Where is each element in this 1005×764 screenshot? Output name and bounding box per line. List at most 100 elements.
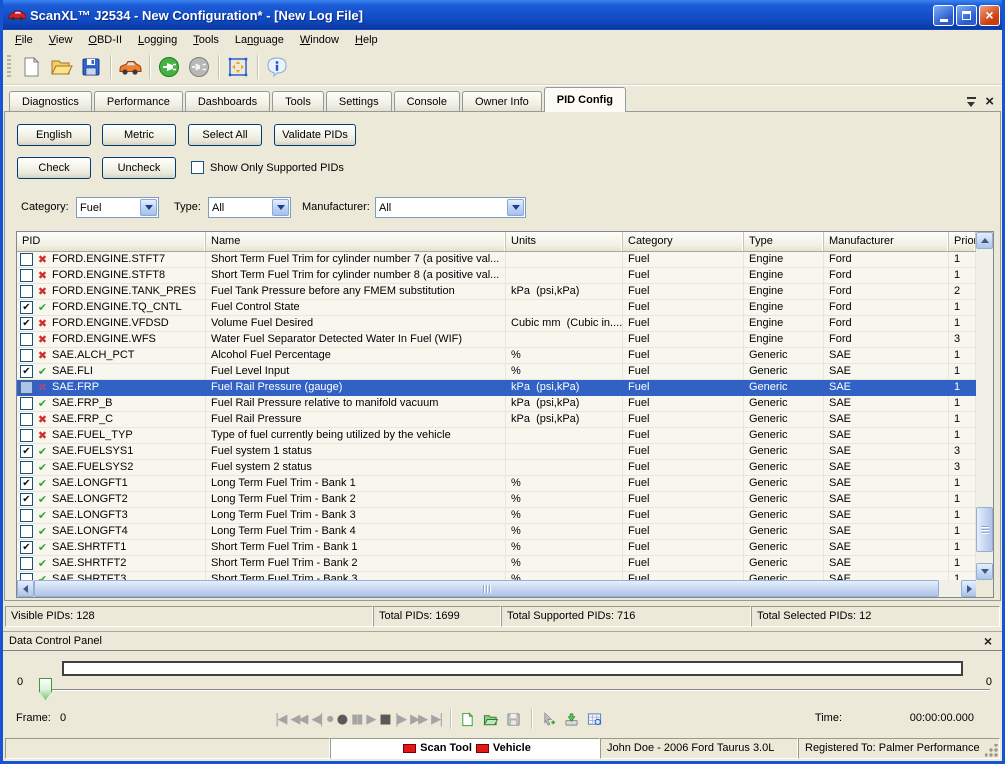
table-row[interactable]: ✔✔SAE.LONGFT1Long Term Fuel Trim - Bank … [17, 476, 976, 492]
validate-pids-button[interactable]: Validate PIDs [274, 124, 356, 146]
uncheck-button[interactable]: Uncheck [102, 157, 176, 179]
table-row[interactable]: ✔✔SAE.FLIFuel Level Input%FuelGenericSAE… [17, 364, 976, 380]
scroll-up-icon[interactable] [976, 232, 993, 249]
position-slider-thumb[interactable] [39, 678, 52, 700]
check-button[interactable]: Check [17, 157, 91, 179]
table-row[interactable]: ✖SAE.FUEL_TYPType of fuel currently bein… [17, 428, 976, 444]
menu-language[interactable]: Language [227, 32, 292, 48]
table-row[interactable]: ✔SAE.FUELSYS2Fuel system 2 statusFuelGen… [17, 460, 976, 476]
row-checkbox[interactable] [20, 413, 33, 426]
tab-performance[interactable]: Performance [94, 91, 183, 112]
table-row[interactable]: ✔SAE.SHRTFT3Short Term Fuel Trim - Bank … [17, 572, 976, 580]
vehicle-icon[interactable] [115, 53, 145, 81]
skip-end-button[interactable]: ▶| [431, 713, 441, 726]
table-row[interactable]: ✖FORD.ENGINE.STFT7Short Term Fuel Trim f… [17, 252, 976, 268]
rewind-button[interactable]: ◀◀ [290, 713, 306, 726]
row-checkbox[interactable]: ✔ [20, 301, 33, 314]
open-file-icon[interactable] [46, 53, 76, 81]
table-row[interactable]: ✖FORD.ENGINE.WFSWater Fuel Separator Det… [17, 332, 976, 348]
minimize-button[interactable] [933, 5, 954, 26]
menu-view[interactable]: View [41, 32, 81, 48]
close-button[interactable]: × [979, 5, 1000, 26]
column-header-units[interactable]: Units [506, 232, 623, 251]
dcp-close-icon[interactable]: × [984, 632, 992, 650]
menu-file[interactable]: File [7, 32, 41, 48]
show-only-supported-checkbox[interactable] [191, 161, 204, 174]
row-checkbox[interactable] [20, 269, 33, 282]
toolbar-grip[interactable] [7, 55, 11, 79]
tab-close-icon[interactable]: × [985, 94, 994, 109]
menu-tools[interactable]: Tools [185, 32, 227, 48]
row-checkbox[interactable] [20, 525, 33, 538]
tab-tools[interactable]: Tools [272, 91, 324, 112]
row-checkbox[interactable] [20, 253, 33, 266]
record-button[interactable]: ● [337, 713, 346, 726]
table-row[interactable]: ✖FORD.ENGINE.STFT8Short Term Fuel Trim f… [17, 268, 976, 284]
row-checkbox[interactable]: ✔ [20, 541, 33, 554]
row-checkbox[interactable] [20, 397, 33, 410]
column-header-priority[interactable]: Priority [949, 232, 976, 251]
row-checkbox[interactable] [20, 429, 33, 442]
pause-button[interactable]: ▮▮ [351, 713, 361, 726]
select-all-button[interactable]: Select All [188, 124, 262, 146]
table-row[interactable]: ✔SAE.LONGFT4Long Term Fuel Trim - Bank 4… [17, 524, 976, 540]
tab-console[interactable]: Console [394, 91, 460, 112]
table-row[interactable]: ✔SAE.SHRTFT2Short Term Fuel Trim - Bank … [17, 556, 976, 572]
step-back-button[interactable]: ◀| [311, 713, 321, 726]
table-row[interactable]: ✖FORD.ENGINE.TANK_PRESFuel Tank Pressure… [17, 284, 976, 300]
scroll-left-icon[interactable] [17, 580, 34, 597]
table-row[interactable]: ✔✔SAE.FUELSYS1Fuel system 1 statusFuelGe… [17, 444, 976, 460]
disconnect-icon[interactable] [184, 53, 214, 81]
table-row[interactable]: ✔✔SAE.LONGFT2Long Term Fuel Trim - Bank … [17, 492, 976, 508]
marker-add-icon[interactable] [540, 710, 558, 728]
table-row[interactable]: ✖SAE.FRP_CFuel Rail PressurekPa (psi,kPa… [17, 412, 976, 428]
row-checkbox[interactable]: ✔ [20, 445, 33, 458]
row-checkbox[interactable] [20, 509, 33, 522]
column-header-name[interactable]: Name [206, 232, 506, 251]
tab-owner-info[interactable]: Owner Info [462, 91, 542, 112]
dashboard-designer-icon[interactable] [223, 53, 253, 81]
row-checkbox[interactable] [20, 461, 33, 474]
tab-dashboards[interactable]: Dashboards [185, 91, 270, 112]
table-row[interactable]: ✔✔FORD.ENGINE.TQ_CNTLFuel Control StateF… [17, 300, 976, 316]
play-button[interactable]: ▶ [366, 713, 374, 726]
english-button[interactable]: English [17, 124, 91, 146]
row-checkbox[interactable] [20, 557, 33, 570]
horizontal-scroll-thumb[interactable] [34, 580, 939, 597]
save-file-icon[interactable] [76, 53, 106, 81]
table-row[interactable]: ✔✔SAE.SHRTFT1Short Term Fuel Trim - Bank… [17, 540, 976, 556]
new-file-icon[interactable] [16, 53, 46, 81]
record-ready-button[interactable]: ● [327, 715, 332, 723]
menu-window[interactable]: Window [292, 32, 347, 48]
row-checkbox[interactable]: ✔ [20, 493, 33, 506]
open-log-icon[interactable] [482, 710, 500, 728]
position-slider-track[interactable] [46, 689, 990, 691]
stop-button[interactable]: ■ [379, 713, 389, 726]
category-select[interactable]: Fuel [76, 197, 159, 218]
menu-logging[interactable]: Logging [130, 32, 185, 48]
maximize-button[interactable] [956, 5, 977, 26]
menu-obd-ii[interactable]: OBD-II [80, 32, 130, 48]
horizontal-scrollbar[interactable] [17, 580, 978, 597]
skip-start-button[interactable]: |◀ [275, 713, 285, 726]
about-info-icon[interactable] [262, 53, 292, 81]
type-select[interactable]: All [208, 197, 291, 218]
tab-pid-config[interactable]: PID Config [544, 87, 626, 112]
metric-button[interactable]: Metric [102, 124, 176, 146]
row-checkbox[interactable]: ✔ [20, 477, 33, 490]
export-icon[interactable] [563, 710, 581, 728]
row-checkbox[interactable] [20, 349, 33, 362]
row-checkbox[interactable] [20, 285, 33, 298]
row-checkbox[interactable]: ✔ [20, 317, 33, 330]
resize-grip[interactable] [985, 744, 998, 757]
column-header-type[interactable]: Type [744, 232, 824, 251]
row-checkbox[interactable]: ✔ [20, 365, 33, 378]
tab-scroll-menu-icon[interactable] [967, 97, 976, 105]
column-header-manufacturer[interactable]: Manufacturer [824, 232, 949, 251]
scroll-down-icon[interactable] [976, 563, 993, 580]
step-forward-button[interactable]: |▶ [395, 713, 405, 726]
table-row[interactable]: ✔SAE.FRP_BFuel Rail Pressure relative to… [17, 396, 976, 412]
new-log-icon[interactable] [459, 710, 477, 728]
row-checkbox[interactable] [20, 381, 33, 394]
table-row[interactable]: ✔✖FORD.ENGINE.VFDSDVolume Fuel DesiredCu… [17, 316, 976, 332]
